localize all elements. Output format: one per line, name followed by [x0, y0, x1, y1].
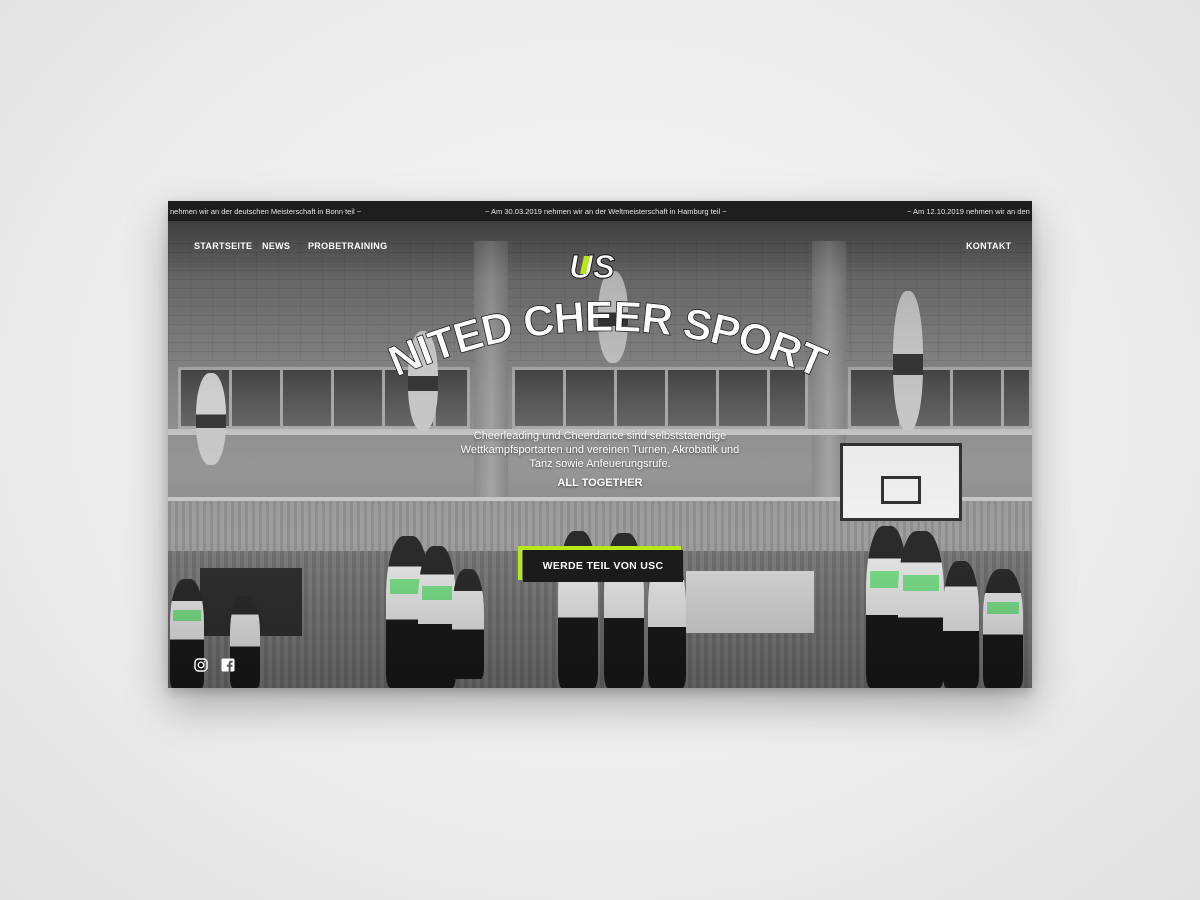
website-screenshot: nehmen wir an der deutschen Meisterschaf…: [168, 201, 1032, 688]
cta-container: WERDE TEIL VON USC: [518, 546, 683, 582]
main-navigation: STARTSEITE NEWS PROBETRAINING US KONTAKT: [168, 221, 1032, 286]
hero-description: Cheerleading und Cheerdance sind selbsts…: [460, 430, 740, 470]
ticker-item: nehmen wir an der deutschen Meisterschaf…: [170, 207, 362, 216]
nav-item-startseite[interactable]: STARTSEITE: [194, 241, 252, 251]
hero-title: UNITED CHEER SPORTS: [376, 299, 835, 388]
nav-item-probetraining[interactable]: PROBETRAINING: [308, 241, 387, 251]
nav-item-news[interactable]: NEWS: [262, 241, 290, 251]
instagram-icon[interactable]: [194, 658, 208, 672]
usc-logo[interactable]: US: [568, 248, 632, 286]
ticker-item: ~ Am 30.03.2019 nehmen wir an der Weltme…: [485, 207, 727, 216]
logo-text: US: [569, 248, 615, 284]
svg-text:UNITED CHEER SPORTS: UNITED CHEER SPORTS: [376, 299, 833, 388]
nav-item-kontakt[interactable]: KONTAKT: [966, 241, 1011, 251]
ticker-item: ~ Am 12.10.2019 nehmen wir an den Sta: [907, 207, 1032, 216]
hero-tagline: ALL TOGETHER: [557, 477, 643, 489]
news-ticker: nehmen wir an der deutschen Meisterschaf…: [168, 201, 1032, 221]
hero-title-text: UNITED CHEER SPORTS: [376, 299, 835, 388]
join-usc-button[interactable]: WERDE TEIL VON USC: [523, 550, 683, 582]
facebook-icon[interactable]: [221, 658, 235, 672]
